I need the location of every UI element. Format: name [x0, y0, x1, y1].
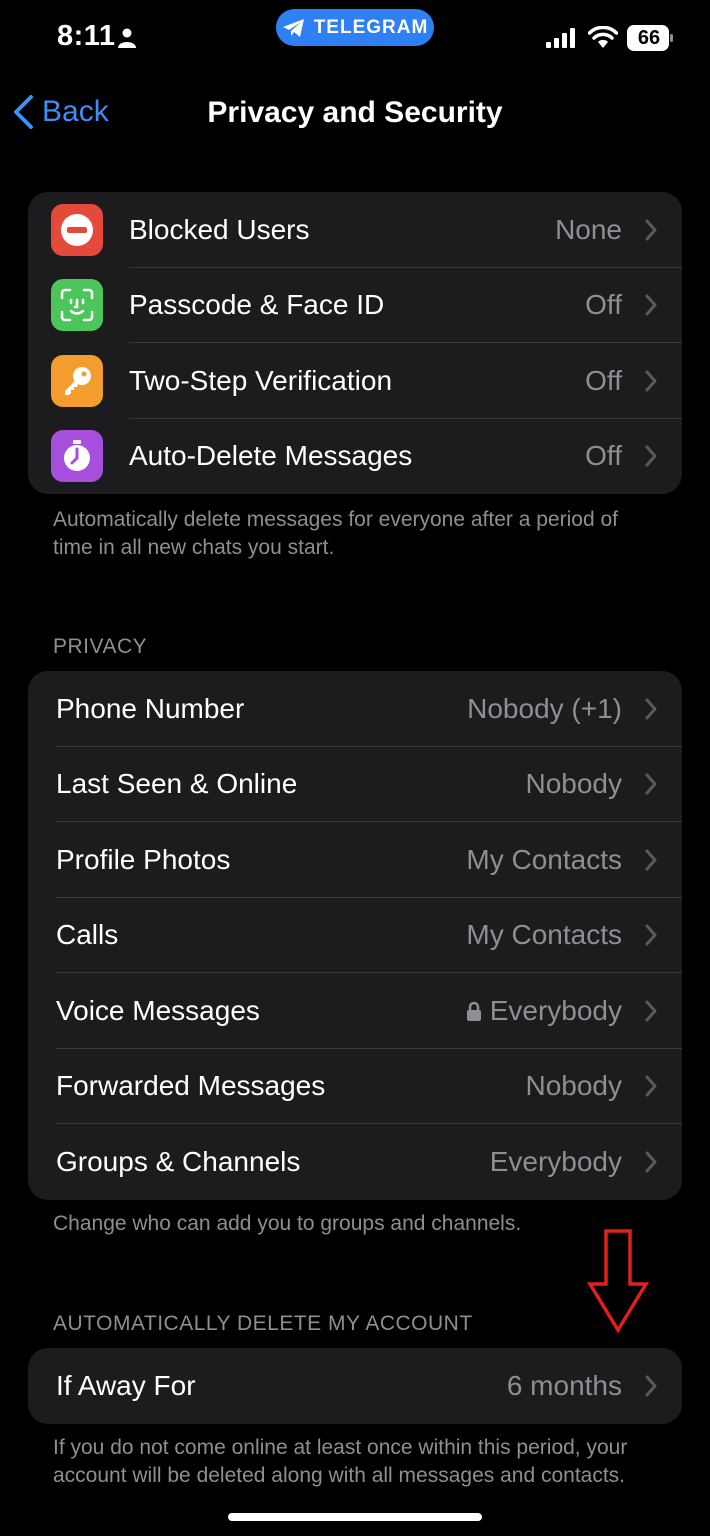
row-value: Nobody: [525, 1070, 622, 1102]
privacy-header: PRIVACY: [53, 635, 148, 658]
row-passcode-face-id[interactable]: Passcode & Face ID Off: [28, 268, 682, 343]
row-profile-photos[interactable]: Profile Photos My Contacts: [28, 822, 682, 898]
chevron-right-icon: [645, 1375, 657, 1397]
chevron-right-icon: [645, 773, 657, 795]
chevron-right-icon: [645, 849, 657, 871]
account-deletion-header: AUTOMATICALLY DELETE MY ACCOUNT: [53, 1312, 473, 1335]
row-value: Off: [585, 440, 622, 472]
key-icon: [51, 354, 103, 407]
wifi-icon: [588, 26, 618, 48]
account-deletion-group: If Away For 6 months: [28, 1348, 682, 1424]
row-if-away-for[interactable]: If Away For 6 months: [28, 1348, 682, 1424]
row-value: Nobody (+1): [467, 692, 622, 724]
telegram-pill[interactable]: TELEGRAM: [276, 9, 434, 46]
row-label: Forwarded Messages: [56, 1070, 326, 1102]
row-blocked-users[interactable]: Blocked Users None: [28, 192, 682, 268]
row-two-step-verification[interactable]: Two-Step Verification Off: [28, 343, 682, 419]
row-label: Two-Step Verification: [129, 364, 393, 396]
face-id-icon: [51, 279, 103, 332]
status-time: 8:11: [57, 20, 116, 52]
chevron-right-icon: [645, 924, 657, 946]
chevron-right-icon: [645, 1075, 657, 1097]
row-auto-delete-messages[interactable]: Auto-Delete Messages Off: [28, 419, 682, 495]
row-value: Everybody: [489, 994, 622, 1026]
chevron-right-icon: [645, 294, 657, 316]
row-value: My Contacts: [466, 843, 622, 875]
row-label: Auto-Delete Messages: [129, 440, 413, 472]
chevron-right-icon: [645, 1000, 657, 1022]
row-value: My Contacts: [466, 919, 622, 951]
lock-icon: [466, 1001, 481, 1021]
telegram-plane-icon: [282, 18, 304, 37]
row-groups-channels[interactable]: Groups & Channels Everybody: [28, 1124, 682, 1200]
battery-level: 66: [637, 27, 661, 49]
row-value: Everybody: [489, 1145, 622, 1177]
row-voice-messages[interactable]: Voice Messages Everybody: [28, 973, 682, 1049]
row-value: None: [555, 213, 622, 245]
red-down-arrow-icon: [586, 1229, 650, 1334]
blocked-icon: [51, 203, 103, 256]
chevron-right-icon: [645, 370, 657, 392]
page-title: Privacy and Security: [207, 96, 503, 129]
privacy-group: Phone Number Nobody (+1) Last Seen & Onl…: [28, 671, 682, 1200]
security-group: Blocked Users None Passcode & Face ID Of…: [28, 192, 682, 494]
chevron-right-icon: [645, 698, 657, 720]
row-phone-number[interactable]: Phone Number Nobody (+1): [28, 671, 682, 747]
row-value: Off: [585, 364, 622, 396]
timer-icon: [51, 430, 103, 483]
row-forwarded-messages[interactable]: Forwarded Messages Nobody: [28, 1049, 682, 1124]
groups-footnote: Change who can add you to groups and cha…: [53, 1212, 522, 1235]
home-indicator[interactable]: [228, 1513, 482, 1521]
row-label: Calls: [56, 919, 119, 951]
row-label: Phone Number: [56, 692, 245, 724]
chevron-right-icon: [645, 219, 657, 241]
auto-delete-footnote: Automatically delete messages for everyo…: [53, 508, 618, 559]
chevron-right-icon: [645, 445, 657, 467]
row-label: Groups & Channels: [56, 1145, 301, 1177]
chevron-right-icon: [645, 1151, 657, 1173]
person-icon: [118, 28, 136, 48]
row-value-locked: Everybody: [466, 995, 622, 1027]
row-value: Nobody: [525, 768, 622, 800]
row-label: Voice Messages: [56, 994, 260, 1026]
row-last-seen-online[interactable]: Last Seen & Online Nobody: [28, 747, 682, 822]
row-label: Blocked Users: [129, 213, 310, 245]
row-label: If Away For: [56, 1369, 196, 1401]
row-label: Last Seen & Online: [56, 768, 298, 800]
row-label: Passcode & Face ID: [129, 289, 385, 321]
row-value: Off: [585, 289, 622, 321]
row-value: 6 months: [506, 1369, 622, 1401]
telegram-pill-label: TELEGRAM: [313, 16, 429, 38]
account-deletion-footnote: If you do not come online at least once …: [53, 1436, 628, 1487]
row-calls[interactable]: Calls My Contacts: [28, 898, 682, 973]
row-label: Profile Photos: [56, 843, 231, 875]
signal-icon: [546, 28, 575, 48]
